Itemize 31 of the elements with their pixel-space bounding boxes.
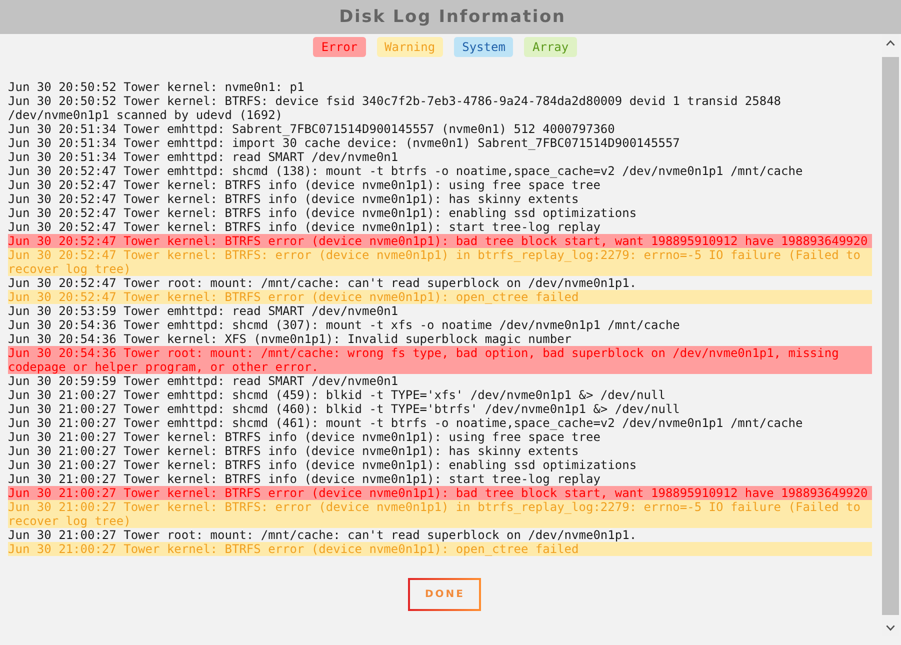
scroll-down-icon[interactable] (886, 624, 895, 630)
log-line: Jun 30 20:51:34 Tower emhttpd: read SMART /dev/nvme0n1 (8, 150, 400, 164)
log-line: Jun 30 20:50:52 Tower kernel: BTRFS: device fsid 340c7f2b-7eb3-4786-9a24-784da2d80009 devid 1 transid 25848 /dev/nvme0n1p1 scanned by udevd (1692) (8, 94, 782, 122)
log-line: Jun 30 20:59:59 Tower emhttpd: read SMART /dev/nvme0n1 (8, 374, 400, 388)
log-line: Jun 30 21:00:27 Tower kernel: BTRFS info (device nvme0n1p1): using free space tree (8, 430, 602, 444)
log-line: Jun 30 21:00:27 Tower kernel: BTRFS info (device nvme0n1p1): enabling ssd optimizations (8, 458, 638, 472)
legend-tag: Warning (376, 37, 444, 57)
scroll-up-icon[interactable] (886, 40, 895, 46)
log-line: Jun 30 20:54:36 Tower emhttpd: shcmd (307): mount -t xfs -o noatime /dev/nvme0n1p1 /mnt/cache (8, 318, 681, 332)
log-line: Jun 30 21:00:27 Tower emhttpd: shcmd (459): blkid -t TYPE='xfs' /dev/nvme0n1p1 &> /dev/null (8, 388, 666, 402)
log-line: Jun 30 20:54:36 Tower kernel: XFS (nvme0n1p1): Invalid superblock magic number (8, 332, 573, 346)
log-line: Jun 30 20:52:47 Tower kernel: BTRFS info (device nvme0n1p1): has skinny extents (8, 192, 580, 206)
log-line: Jun 30 21:00:27 Tower emhttpd: shcmd (460): blkid -t TYPE='btrfs' /dev/nvme0n1p1 &> /dev/null (8, 402, 681, 416)
log-line: Jun 30 20:52:47 Tower kernel: BTRFS info (device nvme0n1p1): enabling ssd optimizations (8, 206, 638, 220)
legend-tag: Error (313, 37, 366, 57)
log-line: Jun 30 20:52:47 Tower root: mount: /mnt/cache: can't read superblock on /dev/nvme0n1p1. (8, 276, 638, 290)
log-line: Jun 30 21:00:27 Tower kernel: BTRFS info (device nvme0n1p1): has skinny extents (8, 444, 580, 458)
log-line: Jun 30 20:51:34 Tower emhttpd: import 30 cache device: (nvme0n1) Sabrent_7FBC071514D900145557 (8, 136, 681, 150)
log-line: Jun 30 20:52:47 Tower kernel: BTRFS info (device nvme0n1p1): using free space tree (8, 178, 602, 192)
log-line: Jun 30 21:00:27 Tower kernel: BTRFS info (device nvme0n1p1): start tree-log replay (8, 472, 602, 486)
log-line: Jun 30 20:50:52 Tower kernel: nvme0n1: p1 (8, 80, 306, 94)
legend-tag: System (454, 37, 514, 57)
legend-tag: Array (524, 37, 577, 57)
done-button[interactable]: DONE (408, 578, 480, 611)
log-line: Jun 30 20:52:47 Tower emhttpd: shcmd (138): mount -t btrfs -o noatime,space_cache=v2 /dev/nvme0n1p1 /mnt/cache (8, 164, 804, 178)
log-line: Jun 30 21:00:27 Tower emhttpd: shcmd (461): mount -t btrfs -o noatime,space_cache=v2 /dev/nvme0n1p1 /mnt/cache (8, 416, 804, 430)
window-title: Disk Log Information (338, 7, 566, 27)
log-line: Jun 30 21:00:27 Tower root: mount: /mnt/cache: can't read superblock on /dev/nvme0n1p1. (8, 528, 638, 542)
log-line: Jun 30 20:53:59 Tower emhttpd: read SMART /dev/nvme0n1 (8, 304, 400, 318)
log-line: Jun 30 20:51:34 Tower emhttpd: Sabrent_7FBC071514D900145557 (nvme0n1) 512 4000797360 (8, 122, 616, 136)
log-line: Jun 30 20:52:47 Tower kernel: BTRFS info (device nvme0n1p1): start tree-log replay (8, 220, 602, 234)
